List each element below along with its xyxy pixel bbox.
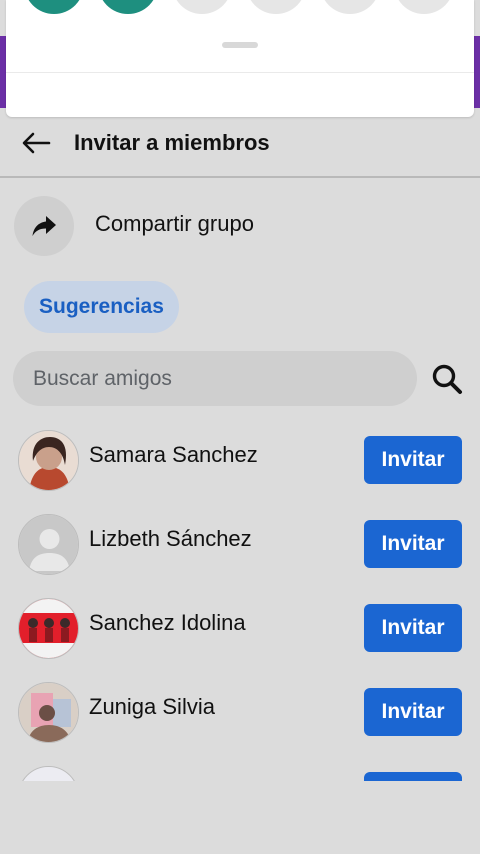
search-input[interactable]: Buscar amigos	[13, 351, 417, 406]
avatar[interactable]	[18, 766, 79, 781]
avatar[interactable]	[18, 430, 79, 491]
invite-button[interactable]: Invitar	[364, 688, 462, 736]
share-arrow-icon	[32, 216, 56, 236]
share-icon-wrap	[14, 196, 74, 256]
sheet-divider	[6, 72, 474, 73]
suggestions-chip-label: Sugerencias	[39, 295, 164, 318]
sheet-avatar-4[interactable]	[246, 0, 306, 14]
invite-button[interactable]: Invitar	[364, 520, 462, 568]
back-button[interactable]	[18, 128, 54, 158]
sheet-avatar-1[interactable]	[24, 0, 84, 14]
person-icon	[19, 515, 78, 574]
sheet-avatar-2[interactable]	[98, 0, 158, 14]
friend-name: Sanchez Idolina	[89, 610, 246, 635]
list-item	[0, 756, 480, 781]
sheet-avatar-5[interactable]	[320, 0, 380, 14]
sheet-avatar-6[interactable]	[394, 0, 454, 14]
list-item: Sanchez Idolina Invitar	[0, 588, 480, 672]
avatar[interactable]	[18, 514, 79, 575]
page-title: Invitar a miembros	[74, 130, 270, 155]
friend-name: Samara Sanchez	[89, 442, 258, 467]
avatar[interactable]	[18, 682, 79, 743]
list-item: Lizbeth Sánchez Invitar	[0, 504, 480, 588]
invite-button[interactable]: Invitar	[364, 436, 462, 484]
friend-name: Zuniga Silvia	[89, 694, 215, 719]
sheet-avatar-3[interactable]	[172, 0, 232, 14]
search-placeholder: Buscar amigos	[33, 366, 172, 390]
invite-button[interactable]: Invitar	[364, 604, 462, 652]
arrow-left-icon	[22, 132, 51, 154]
search-icon	[432, 364, 462, 394]
search-button[interactable]	[428, 360, 466, 398]
page-header: Invitar a miembros	[0, 118, 480, 178]
bottom-sheet	[6, 0, 474, 117]
share-group-label: Compartir grupo	[95, 211, 254, 236]
suggestions-chip[interactable]: Sugerencias	[24, 281, 179, 333]
share-group-row[interactable]: Compartir grupo	[14, 196, 474, 256]
avatar[interactable]	[18, 598, 79, 659]
drag-handle[interactable]	[222, 42, 258, 48]
friends-list: Samara Sanchez Invitar Lizbeth Sánchez I…	[0, 420, 480, 781]
list-item: Zuniga Silvia Invitar	[0, 672, 480, 756]
friend-name: Lizbeth Sánchez	[89, 526, 252, 551]
list-item: Samara Sanchez Invitar	[0, 420, 480, 504]
invite-button[interactable]	[364, 772, 462, 781]
